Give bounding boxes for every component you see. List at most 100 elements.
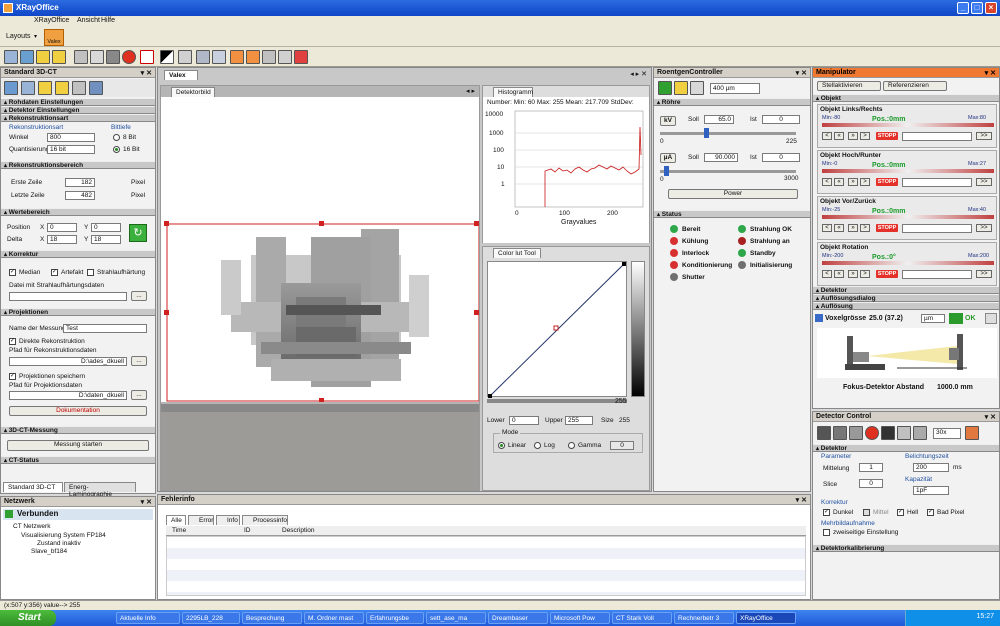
go-button[interactable]: >> <box>976 270 992 278</box>
record-icon[interactable] <box>865 426 879 440</box>
slice-input[interactable]: 0 <box>859 479 883 488</box>
stopp-button[interactable]: STOPP <box>876 270 898 278</box>
tab-standard-3d-ct[interactable]: Standard 3D-CT <box>3 482 63 492</box>
radiation-icon[interactable] <box>674 81 688 95</box>
strahlaufhaertung-checkbox[interactable] <box>87 269 94 276</box>
tab-alle[interactable]: Alle <box>166 515 186 525</box>
section-kalibrierung[interactable]: Detektorkalibrierung <box>813 544 999 552</box>
section-roi[interactable]: Wertebereich <box>1 208 155 216</box>
kv-slider-thumb[interactable] <box>704 128 709 138</box>
grid-icon[interactable] <box>89 81 103 95</box>
mittel-checkbox[interactable] <box>863 509 870 516</box>
layouts-dropdown[interactable]: Layouts <box>6 33 31 40</box>
delta-x-input[interactable]: 18 <box>47 235 77 244</box>
task-button[interactable]: Erfahrungsbe <box>366 612 424 624</box>
step-right-button[interactable]: > <box>860 178 870 186</box>
8bit-radio[interactable] <box>113 134 120 141</box>
tree-item[interactable]: CT Netzwerk <box>13 523 50 530</box>
tree-item[interactable]: Visualisierung System FP184 <box>21 532 106 539</box>
fast-right-button[interactable]: » <box>848 224 858 232</box>
window-icon[interactable] <box>196 50 210 64</box>
position-x-input[interactable]: 0 <box>47 223 77 232</box>
belichtung-input[interactable]: 200 <box>913 463 949 472</box>
section-detektor[interactable]: Detektor <box>813 444 999 452</box>
menu-hilfe[interactable]: Hilfe <box>101 17 115 24</box>
gamma-radio[interactable] <box>568 442 575 449</box>
close-button[interactable]: × <box>985 2 997 14</box>
erste-zeile-input[interactable]: 182 <box>65 178 95 187</box>
tab-color-lut[interactable]: Color lut Tool <box>493 248 541 258</box>
fast-right-button[interactable]: » <box>848 178 858 186</box>
median-checkbox[interactable]: ✓ <box>9 269 16 276</box>
settings-icon[interactable] <box>965 426 979 440</box>
axis-target-input[interactable] <box>902 270 972 279</box>
manipulator-icon[interactable] <box>74 50 88 64</box>
radiation-icon[interactable] <box>52 50 66 64</box>
step-left-button[interactable]: < <box>822 178 832 186</box>
section-rohdaten[interactable]: Rohdaten Einstellungen <box>1 98 155 106</box>
warning-icon[interactable] <box>36 50 50 64</box>
browse-rekon-button[interactable]: ... <box>131 356 147 366</box>
16bit-radio[interactable] <box>113 146 120 153</box>
step-left-button[interactable]: < <box>822 270 832 278</box>
chevron-down-icon[interactable]: ▾ <box>34 33 37 40</box>
panel-controls-icon[interactable]: ▾ ✕ <box>796 496 807 504</box>
config-icon[interactable] <box>985 313 997 324</box>
delta-y-input[interactable]: 18 <box>91 235 121 244</box>
camera-icon[interactable] <box>849 426 863 440</box>
axis-target-input[interactable] <box>902 224 972 233</box>
tab-energ-laminographie[interactable]: Energ-Laminographie <box>64 482 136 498</box>
go-button[interactable]: >> <box>976 132 992 140</box>
dokumentation-button[interactable]: Dokumentation <box>9 406 147 416</box>
tab-info[interactable]: Info <box>216 515 240 525</box>
section-roehre[interactable]: Röhre <box>654 98 810 106</box>
binning-select[interactable]: 30x <box>933 428 961 439</box>
settings-icon[interactable] <box>690 81 704 95</box>
voxel-select[interactable]: 400 µm <box>710 83 760 94</box>
roi-icon[interactable] <box>230 50 244 64</box>
panel-controls-icon[interactable]: ▾ ✕ <box>985 69 996 77</box>
nav-arrows-icon[interactable]: ◂ ▸ <box>466 87 475 95</box>
cube-icon[interactable] <box>21 81 35 95</box>
task-button[interactable]: CT Stark Voll <box>612 612 672 624</box>
fast-left-button[interactable]: « <box>834 270 844 278</box>
stopp-button[interactable]: STOPP <box>876 178 898 186</box>
artefakt-checkbox[interactable]: ✓ <box>51 269 58 276</box>
mittelung-input[interactable]: 1 <box>859 463 883 472</box>
messung-starten-button[interactable]: Messung starten <box>7 440 149 451</box>
go-button[interactable]: >> <box>976 178 992 186</box>
power-icon[interactable] <box>658 81 672 95</box>
section-status[interactable]: Status <box>654 210 810 218</box>
section-projektionen[interactable]: Projektionen <box>1 308 155 316</box>
step-left-button[interactable]: < <box>822 224 832 232</box>
minimize-button[interactable]: _ <box>957 2 969 14</box>
start-button[interactable]: Start <box>0 610 56 626</box>
go-button[interactable]: >> <box>976 224 992 232</box>
section-korrektur[interactable]: Korrektur <box>1 250 155 258</box>
tree-item[interactable]: Slave_bf184 <box>31 548 67 555</box>
power-button[interactable]: Power <box>668 189 798 199</box>
ua-slider-thumb[interactable] <box>664 166 669 176</box>
task-button[interactable]: M. Ordner mast <box>304 612 364 624</box>
task-button[interactable]: Rechnerbetr 3 <box>674 612 734 624</box>
pfad-rekon-input[interactable]: D:\ades_dkuell <box>9 357 127 366</box>
fast-left-button[interactable]: « <box>834 132 844 140</box>
warning-icon[interactable] <box>38 81 52 95</box>
stopp-button[interactable]: STOPP <box>876 132 898 140</box>
capture-icon[interactable] <box>817 426 831 440</box>
log-radio[interactable] <box>534 442 541 449</box>
fast-right-button[interactable]: » <box>848 132 858 140</box>
linear-radio[interactable] <box>498 442 505 449</box>
soll-kv-input[interactable]: 65.0 <box>704 115 734 124</box>
camera-icon[interactable] <box>72 81 86 95</box>
panel-controls-icon[interactable]: ▾ ✕ <box>141 498 152 506</box>
tab-valex[interactable]: Valex <box>164 70 198 80</box>
dunkel-checkbox[interactable]: ✓ <box>823 509 830 516</box>
fast-left-button[interactable]: « <box>834 224 844 232</box>
referenzieren-button[interactable]: Referenzieren <box>883 81 947 91</box>
voxel-unit-select[interactable]: µm <box>921 314 945 323</box>
grid-icon[interactable] <box>262 50 276 64</box>
pfad-proj-input[interactable]: D:\daten_dkuell <box>9 391 127 400</box>
task-button[interactable]: sett_ase_ma <box>426 612 486 624</box>
step-right-button[interactable]: > <box>860 270 870 278</box>
